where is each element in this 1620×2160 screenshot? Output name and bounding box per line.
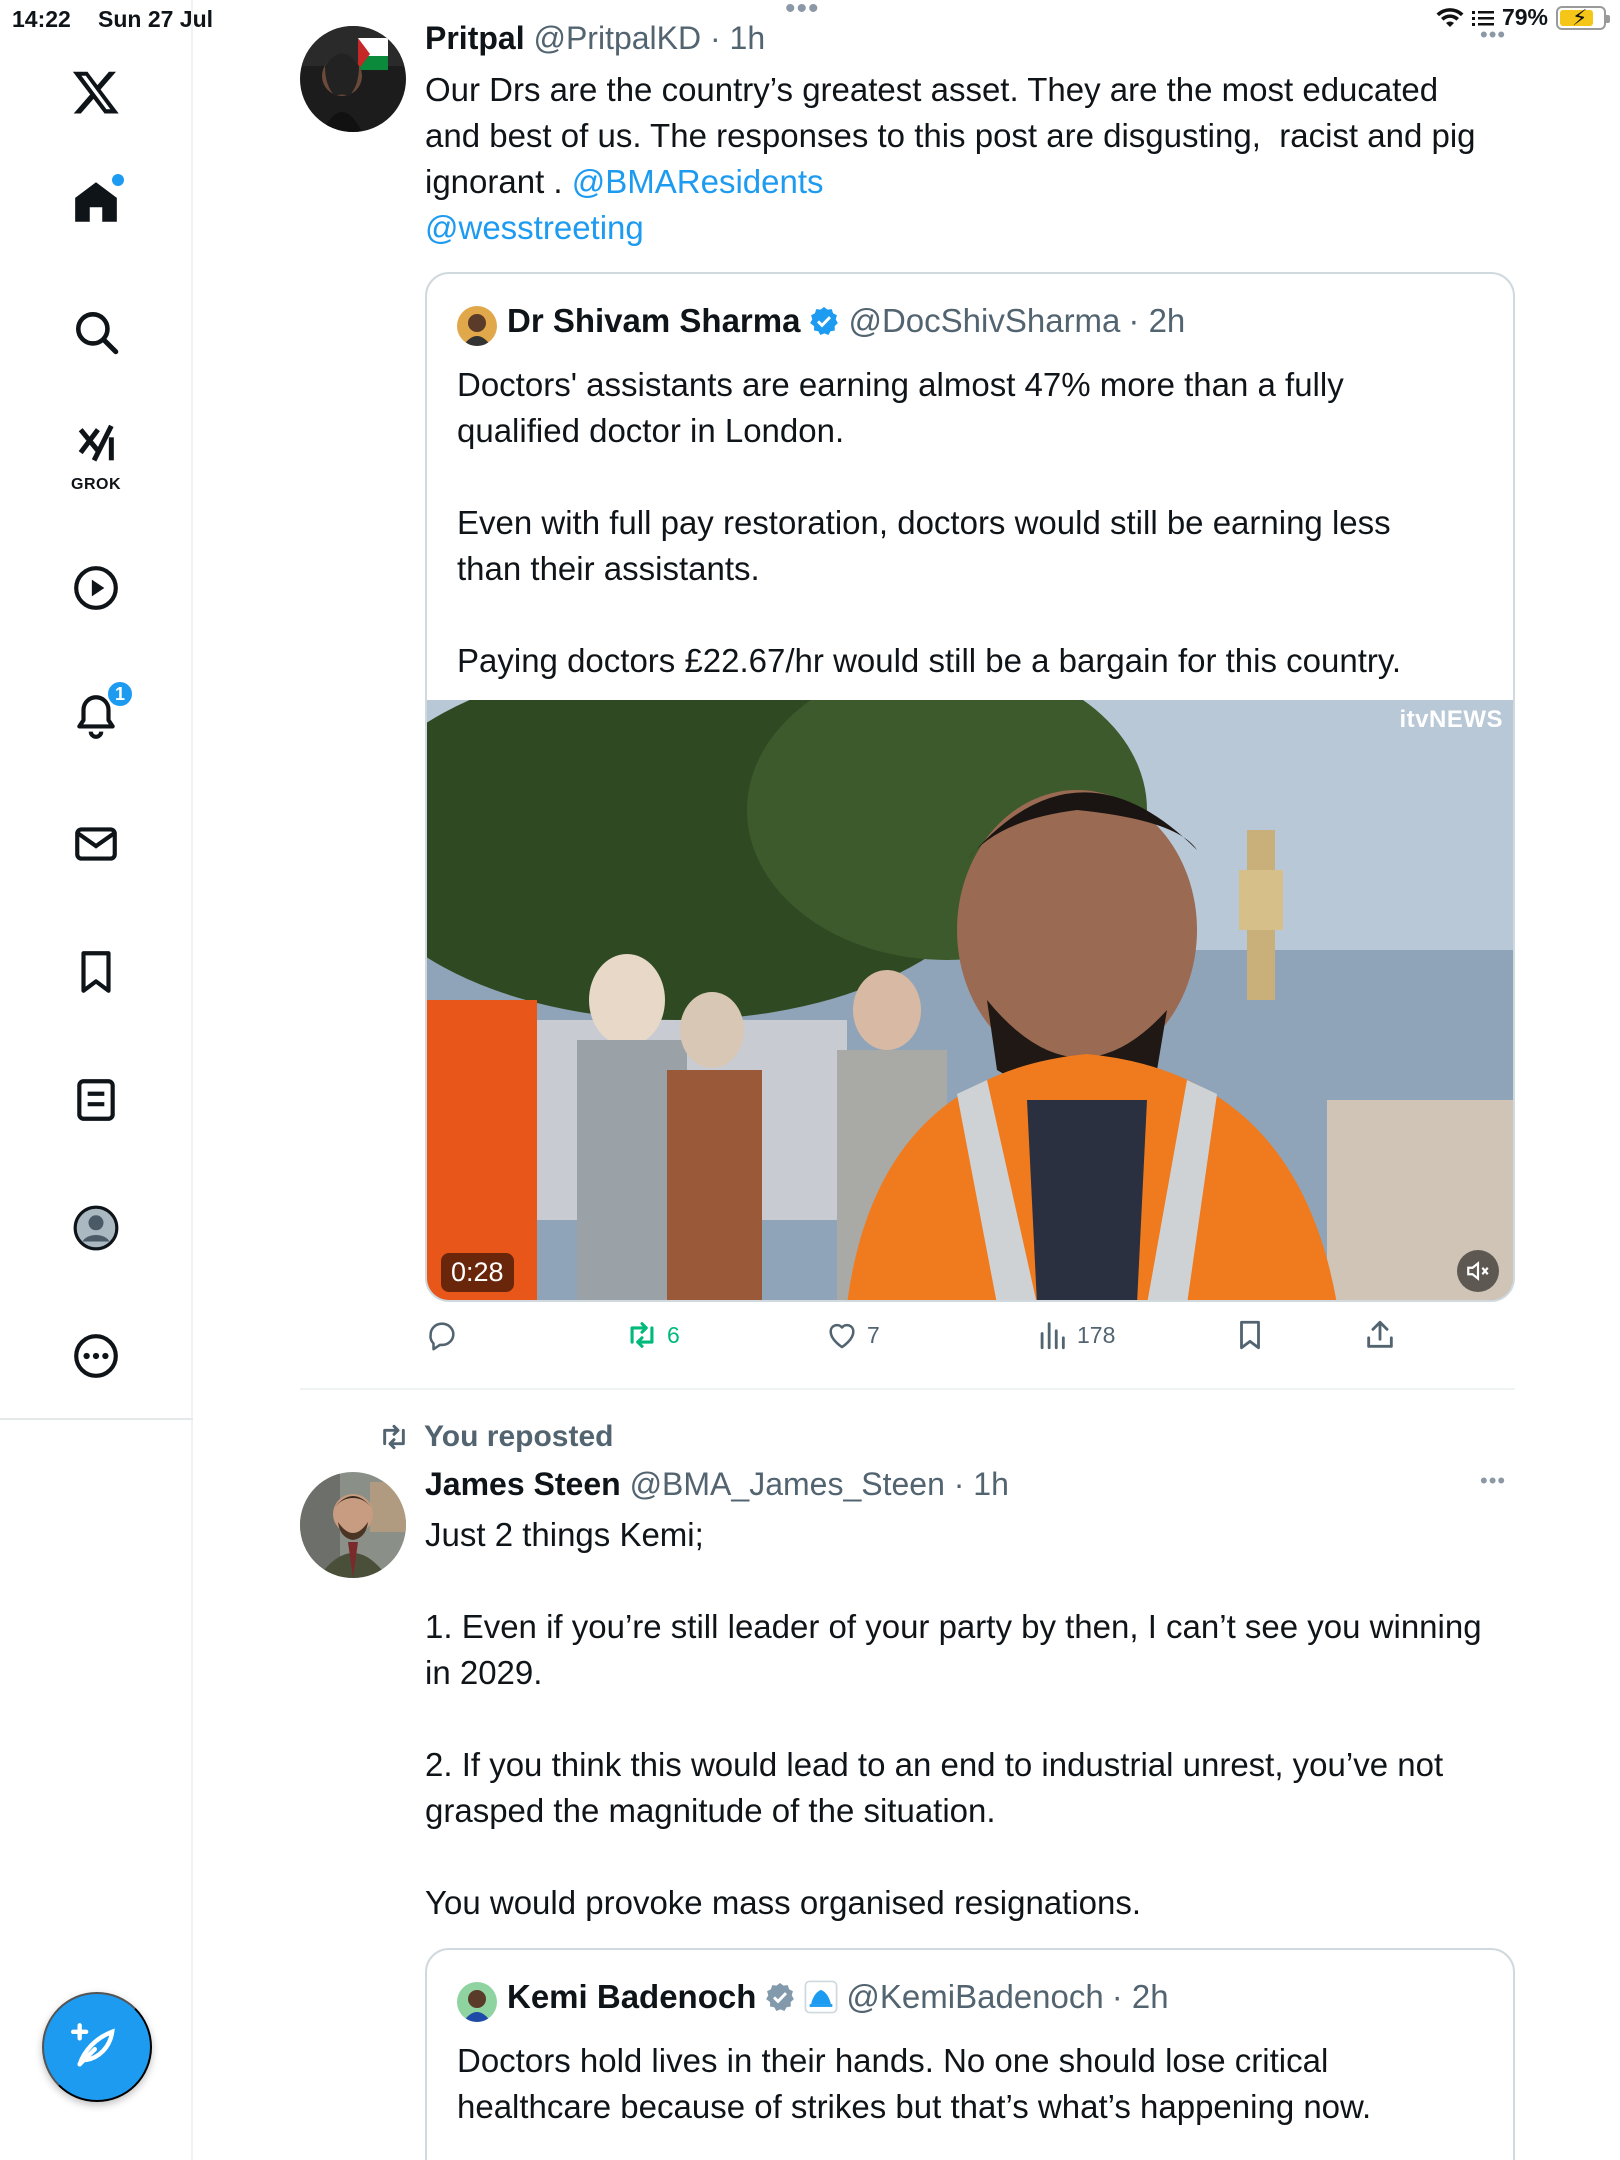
- tweet-separator: [300, 1388, 1515, 1390]
- quoted-author-handle[interactable]: @KemiBadenoch: [846, 1978, 1103, 2016]
- tweet-time[interactable]: · 1h: [954, 1466, 1009, 1502]
- author-handle[interactable]: @BMA_James_Steen: [630, 1466, 945, 1502]
- verified-badge-icon: [810, 307, 839, 335]
- reply-icon: [429, 1322, 455, 1351]
- tweet-time[interactable]: · 1h: [710, 20, 765, 56]
- heart-icon: [829, 1323, 855, 1349]
- quoted-author-name[interactable]: Kemi Badenoch: [507, 1978, 756, 2016]
- charging-bolt-icon: ⚡: [1572, 4, 1588, 30]
- wifi-icon: [1436, 7, 1464, 27]
- quoted-tweet-text: Doctors hold lives in their hands. No on…: [457, 2042, 1372, 2125]
- repost-button[interactable]: 6: [625, 1318, 680, 1352]
- repost-indicator: You reposted: [378, 1420, 613, 1454]
- quoted-author-name[interactable]: Dr Shivam Sharma: [507, 302, 800, 340]
- quoted-tweet[interactable]: Kemi Badenoch @KemiBadenoch · 2h Doctors…: [425, 1948, 1515, 2160]
- views-button[interactable]: 178: [1035, 1318, 1115, 1352]
- home-icon[interactable]: [64, 170, 128, 234]
- video-thumbnail: [427, 700, 1513, 1300]
- quoted-avatar[interactable]: [457, 306, 497, 346]
- x-logo-icon[interactable]: [64, 60, 128, 124]
- top-more-icon[interactable]: •••: [785, 0, 820, 26]
- avatar[interactable]: [300, 1472, 406, 1578]
- grok-label: GROK: [71, 476, 121, 493]
- author-name[interactable]: James Steen: [425, 1466, 621, 1502]
- compose-button[interactable]: [42, 1992, 152, 2102]
- quoted-tweet-time[interactable]: · 2h: [1112, 1978, 1169, 2016]
- video-player[interactable]: itvNEWS 0:28: [427, 700, 1513, 1300]
- quoted-author-handle[interactable]: @DocShivSharma: [848, 302, 1120, 340]
- itv-news-watermark: itvNEWS: [1399, 706, 1503, 733]
- mute-button[interactable]: [1457, 1250, 1499, 1292]
- notifications-badge: 1: [106, 680, 134, 708]
- video-duration: 0:28: [441, 1253, 514, 1292]
- affiliate-badge-icon: [804, 1980, 838, 2014]
- sidebar-divider: [0, 1418, 193, 1420]
- quoted-tweet-text: Doctors' assistants are earning almost 4…: [457, 366, 1402, 679]
- tweet-more-icon[interactable]: •••: [1480, 22, 1506, 48]
- compose-icon: [71, 2023, 115, 2067]
- verified-badge-grey-icon: [766, 1983, 795, 2011]
- battery-icon: ⚡: [1556, 4, 1610, 30]
- views-icon: [1040, 1322, 1065, 1350]
- tweet-actions: 6 7 178: [425, 1318, 1425, 1368]
- share-icon: [1367, 1320, 1393, 1348]
- reply-button[interactable]: [425, 1318, 467, 1352]
- bookmark-button[interactable]: [1233, 1318, 1267, 1352]
- bookmark-icon: [1240, 1320, 1260, 1350]
- tweet-text: Just 2 things Kemi; 1. Even if you’re st…: [425, 1516, 1482, 1921]
- more-icon[interactable]: [64, 1324, 128, 1388]
- battery-percent: 79%: [1501, 4, 1548, 30]
- home-notification-dot: [112, 174, 124, 186]
- search-icon[interactable]: [64, 300, 128, 364]
- like-count: 7: [867, 1321, 880, 1348]
- notifications-icon[interactable]: 1: [64, 680, 134, 748]
- mention-link[interactable]: @wesstreeting: [425, 209, 644, 246]
- sidebar: GROK 1: [0, 0, 193, 2160]
- repost-icon: [630, 1322, 654, 1348]
- quoted-header: Dr Shivam Sharma @DocShivSharma · 2h: [507, 302, 1185, 340]
- tweet-header: Pritpal @PritpalKD · 1h: [425, 20, 765, 57]
- repost-icon: [383, 1424, 405, 1450]
- lists-icon[interactable]: [64, 1068, 128, 1132]
- tweet-more-icon[interactable]: •••: [1480, 1468, 1506, 1494]
- profile-icon[interactable]: [64, 1196, 128, 1260]
- quoted-tweet-time[interactable]: · 2h: [1128, 302, 1185, 340]
- quoted-avatar[interactable]: [457, 1982, 497, 2022]
- tweet-text: Our Drs are the country’s greatest asset…: [425, 67, 1525, 251]
- quoted-tweet[interactable]: Dr Shivam Sharma @DocShivSharma · 2h Doc…: [425, 272, 1515, 1302]
- avatar[interactable]: [300, 26, 406, 132]
- speaker-muted-icon: [1467, 1261, 1489, 1281]
- view-count: 178: [1077, 1321, 1116, 1348]
- repost-count: 6: [667, 1321, 680, 1348]
- quoted-header: Kemi Badenoch @KemiBadenoch · 2h: [507, 1978, 1169, 2016]
- status-indicators: 79% ⚡: [1436, 4, 1610, 31]
- repost-label[interactable]: You reposted: [424, 1420, 613, 1454]
- share-button[interactable]: [1363, 1318, 1397, 1352]
- author-name[interactable]: Pritpal: [425, 20, 525, 56]
- bookmarks-icon[interactable]: [64, 940, 128, 1004]
- tweet-header: James Steen @BMA_James_Steen · 1h: [425, 1466, 1009, 1503]
- like-button[interactable]: 7: [825, 1318, 880, 1352]
- messages-icon[interactable]: [64, 812, 128, 876]
- grok-icon[interactable]: GROK: [64, 420, 128, 493]
- video-icon[interactable]: [64, 556, 128, 620]
- author-handle[interactable]: @PritpalKD: [533, 20, 701, 56]
- mention-link[interactable]: @BMAResidents: [572, 163, 824, 200]
